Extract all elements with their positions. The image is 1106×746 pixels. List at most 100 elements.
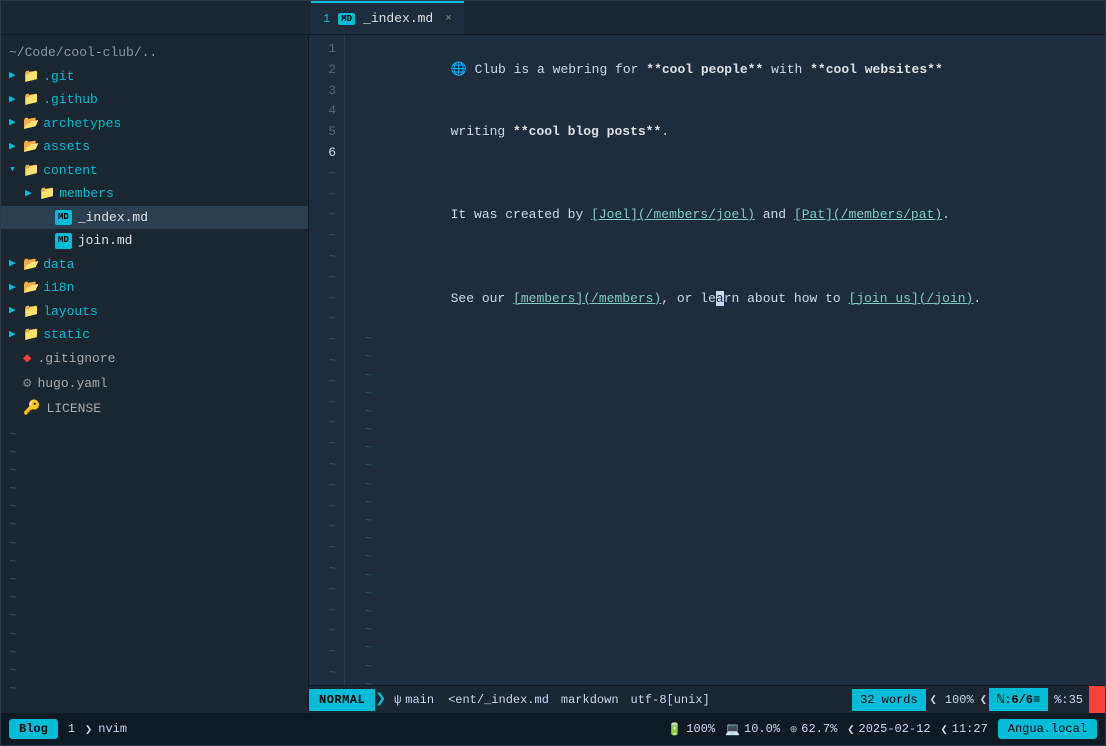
sidebar-item-members[interactable]: 📁 members xyxy=(1,182,308,206)
mode-sep-icon: ❯ xyxy=(375,686,386,714)
editor-tilde: ~ xyxy=(357,330,1093,348)
sidebar-item-gitignore[interactable]: ◆ .gitignore xyxy=(1,347,308,372)
github-label: .github xyxy=(43,90,98,110)
tilde-num: ~ xyxy=(309,351,336,372)
line-num-2: 2 xyxy=(309,60,336,81)
editor-tilde: ~ xyxy=(357,457,1093,475)
sidebar-item-layouts[interactable]: 📁 layouts xyxy=(1,300,308,324)
sidebar-item-join-md[interactable]: MD join.md xyxy=(1,229,308,253)
arrow-icon xyxy=(9,68,19,85)
cpu-item: 💻 10.0% xyxy=(725,722,780,737)
mem-item: ⊕ 62.7% xyxy=(790,722,837,737)
license-label: LICENSE xyxy=(46,399,101,419)
terminal-tab[interactable]: Blog xyxy=(9,719,58,739)
tilde-num: ~ xyxy=(309,601,336,622)
status-position: ℕ:6/6≡ xyxy=(989,688,1048,711)
status-filepath: <ent/_index.md xyxy=(442,693,555,707)
tilde: ~ xyxy=(1,644,308,662)
editor-tilde: ~ xyxy=(357,548,1093,566)
tilde-num: ~ xyxy=(309,289,336,310)
tab-close-button[interactable]: × xyxy=(445,13,452,25)
code-line-2: writing **cool blog posts**. xyxy=(357,101,1093,163)
tilde-num: ~ xyxy=(309,164,336,185)
tilde-num: ~ xyxy=(309,642,336,663)
folder-icon: 📂 xyxy=(23,137,39,157)
tilde-num: ~ xyxy=(309,413,336,434)
globe-icon: 🌐 xyxy=(451,62,475,77)
yaml-icon: ⚙ xyxy=(23,374,31,395)
sidebar-item-git[interactable]: 📁 .git xyxy=(1,65,308,89)
assets-label: assets xyxy=(43,137,90,157)
arrow-icon xyxy=(9,92,19,109)
status-right: 32 words ❮ 100% ❮ ℕ:6/6≡ %:35 xyxy=(852,686,1105,714)
editor-tilde: ~ xyxy=(357,676,1093,685)
git-icon: ◆ xyxy=(23,349,31,370)
tilde-num: ~ xyxy=(309,268,336,289)
date-arrow-icon: ❮ xyxy=(847,722,854,737)
sidebar-item-content[interactable]: 📁 content xyxy=(1,159,308,183)
tilde-num: ~ xyxy=(309,330,336,351)
sidebar-item-i18n[interactable]: 📂 i18n xyxy=(1,276,308,300)
editor-content[interactable]: 1 2 3 4 5 6 ~ ~ ~ ~ ~ ~ ~ ~ ~ ~ xyxy=(309,35,1105,685)
sidebar-item-data[interactable]: 📂 data xyxy=(1,253,308,277)
code-line-4: It was created by [Joel](/members/joel) … xyxy=(357,185,1093,247)
cpu-value: 10.0% xyxy=(744,722,780,736)
status-end-block xyxy=(1089,686,1105,714)
line-num-3: 3 xyxy=(309,81,336,102)
tilde-num: ~ xyxy=(309,247,336,268)
editor-tilde: ~ xyxy=(357,639,1093,657)
editor-tilde: ~ xyxy=(357,512,1093,530)
tilde: ~ xyxy=(1,680,308,698)
tilde: ~ xyxy=(1,589,308,607)
data-label: data xyxy=(43,255,74,275)
active-tab[interactable]: 1 MD _index.md × xyxy=(311,1,464,34)
tilde-num: ~ xyxy=(309,372,336,393)
window: 1 MD _index.md × ~/Code/cool-club/.. 📁 .… xyxy=(0,0,1106,746)
sidebar-item-static[interactable]: 📁 static xyxy=(1,323,308,347)
editor-tilde: ~ xyxy=(357,367,1093,385)
tilde-num: ~ xyxy=(309,663,336,684)
vim-statusbar: NORMAL ❯ ψ main <ent/_index.md markdown … xyxy=(309,685,1105,713)
branch-name: main xyxy=(405,693,434,707)
tilde: ~ xyxy=(1,626,308,644)
code-line-6: See our [members](/members), or learn ab… xyxy=(357,268,1093,330)
tilde-num: ~ xyxy=(309,559,336,580)
sidebar-item-archetypes[interactable]: 📂 archetypes xyxy=(1,112,308,136)
code-area[interactable]: 🌐 Club is a webring for **cool people** … xyxy=(345,35,1105,685)
tab-md-icon: MD xyxy=(338,13,355,25)
hugo-yaml-label: hugo.yaml xyxy=(37,374,107,394)
editor-tilde: ~ xyxy=(357,476,1093,494)
arrow-down-icon xyxy=(9,162,19,179)
line-num-4: 4 xyxy=(309,101,336,122)
time-value: 11:27 xyxy=(952,722,988,736)
editor-tilde: ~ xyxy=(357,421,1093,439)
mem-icon: ⊕ xyxy=(790,722,797,737)
folder-icon: 📂 xyxy=(23,114,39,134)
tilde-num: ~ xyxy=(309,226,336,247)
sidebar-item-index-md[interactable]: MD _index.md xyxy=(1,206,308,230)
terminal-right-info: 🔋 100% 💻 10.0% ⊕ 62.7% ❮ 2025-02-12 ❮ 11… xyxy=(667,719,1097,739)
vim-mode: NORMAL xyxy=(309,689,375,711)
members-label: members xyxy=(59,184,114,204)
editor-tilde: ~ xyxy=(357,658,1093,676)
status-filetype: markdown xyxy=(555,693,625,707)
sidebar-item-hugo-yaml[interactable]: ⚙ hugo.yaml xyxy=(1,372,308,397)
sidebar-root: ~/Code/cool-club/.. xyxy=(1,41,308,65)
date-item: ❮ 2025-02-12 xyxy=(847,722,930,737)
date-value: 2025-02-12 xyxy=(859,722,931,736)
branch-icon: ψ xyxy=(394,693,401,707)
arrow-icon xyxy=(9,280,19,297)
tilde: ~ xyxy=(1,553,308,571)
line-num-1: 1 xyxy=(309,39,336,60)
sidebar-item-license[interactable]: 🔑 LICENSE xyxy=(1,397,308,422)
tab-line-num: 1 xyxy=(323,12,330,26)
join-md-label: join.md xyxy=(78,231,133,251)
license-icon: 🔑 xyxy=(23,399,40,420)
folder-icon: 📁 xyxy=(23,161,39,181)
sidebar-item-github[interactable]: 📁 .github xyxy=(1,88,308,112)
editor-tilde: ~ xyxy=(357,439,1093,457)
sidebar-item-assets[interactable]: 📂 assets xyxy=(1,135,308,159)
tilde-num: ~ xyxy=(309,621,336,642)
folder-icon: 📁 xyxy=(23,90,39,110)
tilde-num: ~ xyxy=(309,434,336,455)
